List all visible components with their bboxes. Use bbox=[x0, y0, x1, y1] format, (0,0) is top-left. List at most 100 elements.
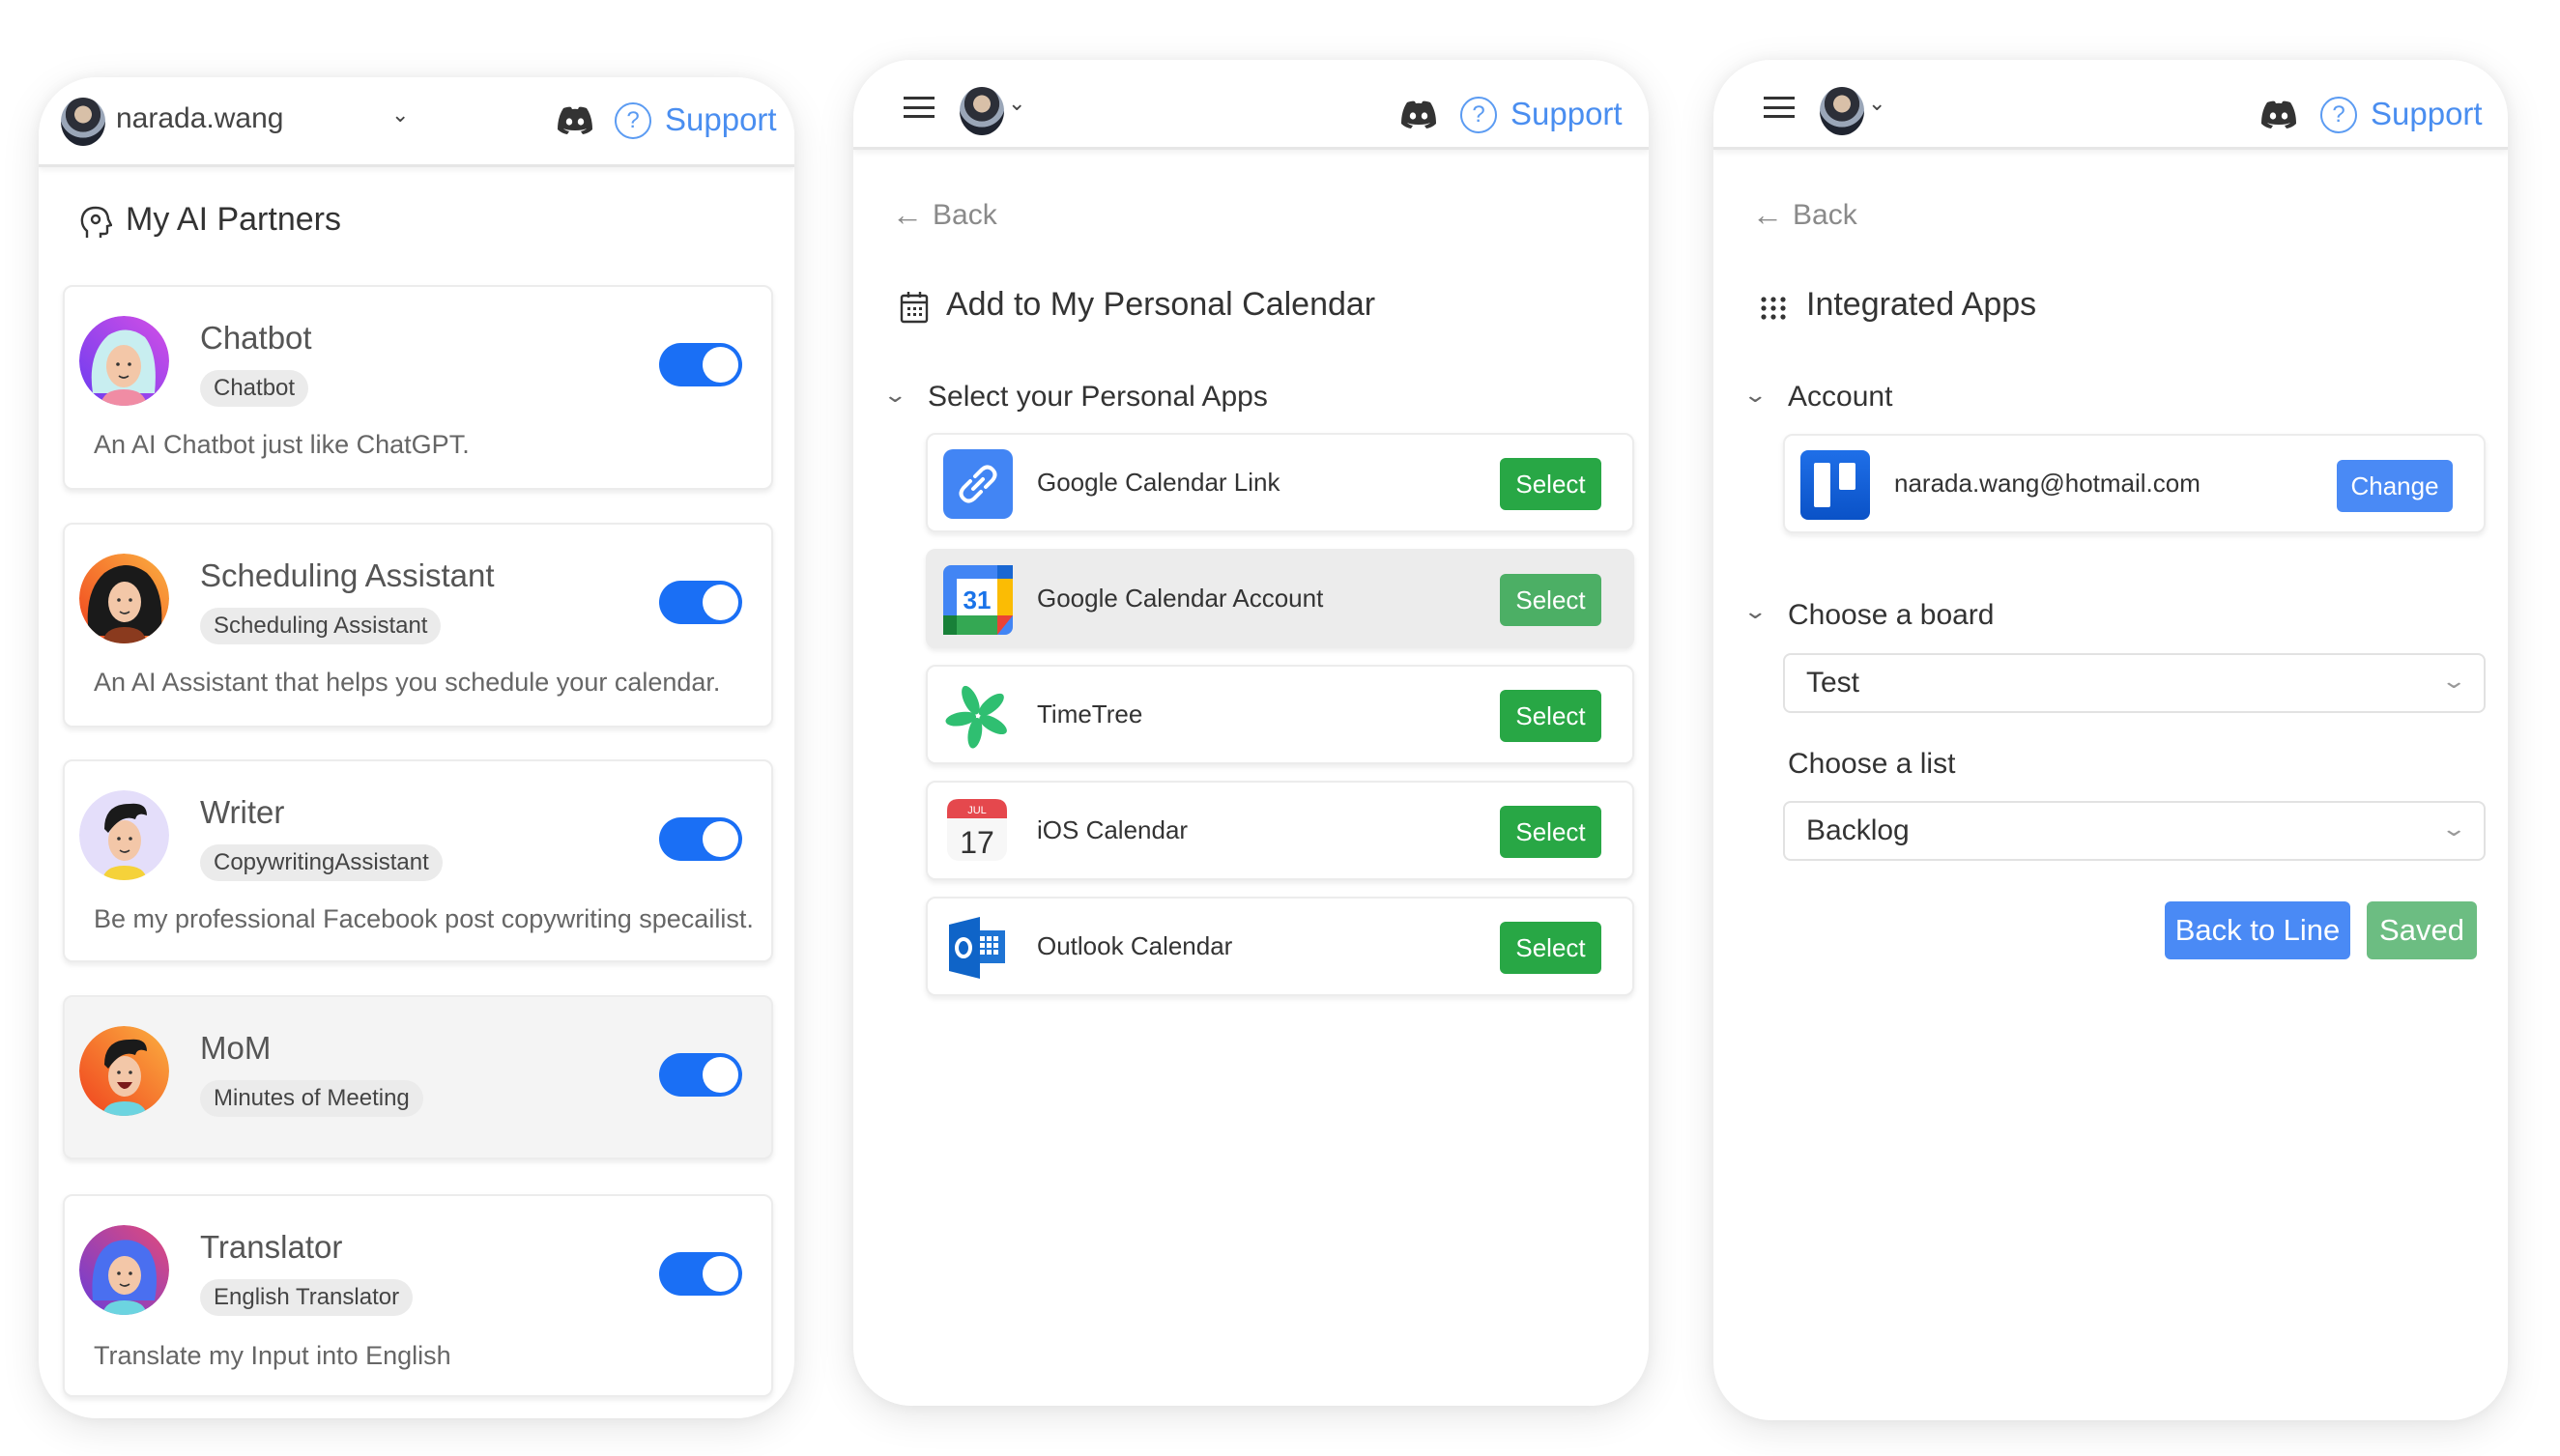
partner-tag: Scheduling Assistant bbox=[200, 608, 442, 644]
trello-icon bbox=[1800, 450, 1870, 520]
username[interactable]: narada.wang bbox=[116, 102, 283, 135]
chevron-down-icon[interactable]: ⌄ bbox=[1868, 91, 1885, 116]
top-bar: narada.wang ⌄ ? Support bbox=[39, 77, 794, 167]
timetree-icon bbox=[945, 685, 1007, 749]
select-button[interactable]: Select bbox=[1500, 574, 1601, 626]
board-select[interactable]: Test ⌄ bbox=[1783, 653, 2486, 713]
partner-tag: Minutes of Meeting bbox=[200, 1080, 423, 1117]
partner-name: Writer bbox=[200, 794, 285, 830]
partner-toggle[interactable] bbox=[659, 817, 742, 861]
user-avatar[interactable] bbox=[61, 98, 105, 146]
translator-avatar bbox=[79, 1225, 169, 1315]
support-link[interactable]: Support bbox=[2371, 96, 2483, 132]
partner-toggle[interactable] bbox=[659, 1053, 742, 1097]
apps-grid-icon bbox=[1761, 297, 1786, 320]
chevron-down-icon[interactable]: ⌄ bbox=[391, 102, 409, 128]
hamburger-menu-icon[interactable] bbox=[904, 97, 935, 118]
calendar-day: 17 bbox=[960, 825, 994, 860]
discord-icon[interactable] bbox=[1399, 99, 1438, 131]
calendar-icon bbox=[900, 292, 929, 324]
partner-tag: Chatbot bbox=[200, 370, 309, 407]
app-row-outlook-calendar[interactable]: Outlook Calendar Select bbox=[926, 897, 1634, 996]
partner-description: Be my professional Facebook post copywri… bbox=[94, 904, 754, 933]
select-button[interactable]: Select bbox=[1500, 690, 1601, 742]
app-name: Google Calendar Account bbox=[1037, 584, 1324, 613]
partner-card-chatbot[interactable]: Chatbot Chatbot An AI Chatbot just like … bbox=[63, 285, 773, 490]
back-link[interactable]: Back bbox=[1793, 199, 1857, 232]
app-row-timetree[interactable]: TimeTree Select bbox=[926, 665, 1634, 764]
partner-description: An AI Assistant that helps you schedule … bbox=[94, 668, 721, 697]
ios-calendar-icon: JUL 17 bbox=[947, 799, 1007, 861]
back-link[interactable]: Back bbox=[933, 199, 997, 232]
user-avatar[interactable] bbox=[1820, 87, 1864, 135]
partner-tag: English Translator bbox=[200, 1279, 414, 1316]
integrated-apps-panel: ⌄ ? Support ← Back Integrated Apps ⌄ Acc… bbox=[1713, 60, 2508, 1420]
chevron-down-icon: ⌄ bbox=[2439, 816, 2467, 841]
back-to-line-button[interactable]: Back to Line bbox=[2165, 901, 2350, 959]
section-label-account: Account bbox=[1788, 381, 1893, 413]
support-link[interactable]: Support bbox=[665, 101, 777, 138]
chevron-down-icon[interactable]: ⌄ bbox=[1742, 599, 1768, 624]
partner-tag: CopywritingAssistant bbox=[200, 844, 443, 881]
arrow-left-icon[interactable]: ← bbox=[892, 197, 923, 233]
app-row-ios-calendar[interactable]: JUL 17 iOS Calendar Select bbox=[926, 781, 1634, 880]
select-button[interactable]: Select bbox=[1500, 922, 1601, 974]
help-circle-icon[interactable]: ? bbox=[1460, 97, 1497, 133]
partner-toggle[interactable] bbox=[659, 581, 742, 624]
partner-card-scheduling-assistant[interactable]: Scheduling Assistant Scheduling Assistan… bbox=[63, 523, 773, 728]
top-bar: ⌄ ? Support bbox=[853, 60, 1649, 150]
app-row-google-calendar-link[interactable]: Google Calendar Link Select bbox=[926, 433, 1634, 532]
chevron-down-icon[interactable]: ⌄ bbox=[882, 383, 907, 408]
discord-icon[interactable] bbox=[2259, 99, 2298, 131]
account-card: narada.wang@hotmail.com Change bbox=[1783, 434, 2486, 533]
section-label-board: Choose a board bbox=[1788, 599, 1995, 631]
arrow-left-icon[interactable]: ← bbox=[1752, 197, 1783, 233]
select-button[interactable]: Select bbox=[1500, 458, 1601, 510]
partner-description: An AI Chatbot just like ChatGPT. bbox=[94, 430, 470, 459]
chevron-down-icon[interactable]: ⌄ bbox=[1742, 383, 1768, 408]
outlook-icon bbox=[949, 917, 1005, 979]
chevron-down-icon: ⌄ bbox=[2439, 669, 2467, 693]
partner-card-writer[interactable]: Writer CopywritingAssistant Be my profes… bbox=[63, 759, 773, 962]
partner-name: MoM bbox=[200, 1030, 272, 1066]
partner-toggle[interactable] bbox=[659, 343, 742, 386]
app-row-google-calendar-account[interactable]: 31 Google Calendar Account Select bbox=[926, 549, 1634, 648]
saved-button[interactable]: Saved bbox=[2367, 901, 2477, 959]
list-select[interactable]: Backlog ⌄ bbox=[1783, 801, 2486, 861]
section-label-list: Choose a list bbox=[1788, 748, 1956, 780]
scheduling-assistant-avatar bbox=[79, 554, 169, 643]
partner-card-translator[interactable]: Translator English Translator Translate … bbox=[63, 1194, 773, 1397]
app-name: iOS Calendar bbox=[1037, 815, 1189, 844]
chatbot-avatar bbox=[79, 316, 169, 406]
user-avatar[interactable] bbox=[960, 87, 1004, 135]
writer-avatar bbox=[79, 790, 169, 880]
select-button[interactable]: Select bbox=[1500, 806, 1601, 858]
page-title: Add to My Personal Calendar bbox=[946, 286, 1376, 323]
app-name: Outlook Calendar bbox=[1037, 931, 1233, 960]
calendar-day: 31 bbox=[964, 585, 992, 614]
help-circle-icon[interactable]: ? bbox=[2320, 97, 2357, 133]
change-account-button[interactable]: Change bbox=[2337, 460, 2453, 512]
discord-icon[interactable] bbox=[556, 104, 594, 137]
mom-avatar bbox=[79, 1026, 169, 1116]
board-select-value: Test bbox=[1806, 667, 1860, 699]
app-name: TimeTree bbox=[1037, 699, 1143, 728]
page-title: My AI Partners bbox=[126, 201, 341, 238]
link-icon bbox=[943, 449, 1013, 519]
partner-name: Scheduling Assistant bbox=[200, 557, 495, 593]
list-select-value: Backlog bbox=[1806, 814, 1910, 846]
help-circle-icon[interactable]: ? bbox=[615, 102, 651, 139]
partner-name: Translator bbox=[200, 1229, 343, 1265]
partner-card-mom[interactable]: MoM Minutes of Meeting bbox=[63, 995, 773, 1159]
google-calendar-icon: 31 bbox=[943, 565, 1013, 635]
partner-name: Chatbot bbox=[200, 320, 312, 356]
support-link[interactable]: Support bbox=[1510, 96, 1623, 132]
ai-head-icon bbox=[80, 206, 112, 238]
top-bar: ⌄ ? Support bbox=[1713, 60, 2508, 150]
calendar-month: JUL bbox=[967, 805, 987, 816]
chevron-down-icon[interactable]: ⌄ bbox=[1008, 91, 1025, 116]
hamburger-menu-icon[interactable] bbox=[1764, 97, 1795, 118]
partner-toggle[interactable] bbox=[659, 1252, 742, 1296]
personal-calendar-panel: ⌄ ? Support ← Back Add to My Personal Ca… bbox=[853, 60, 1649, 1406]
app-name: Google Calendar Link bbox=[1037, 468, 1280, 497]
